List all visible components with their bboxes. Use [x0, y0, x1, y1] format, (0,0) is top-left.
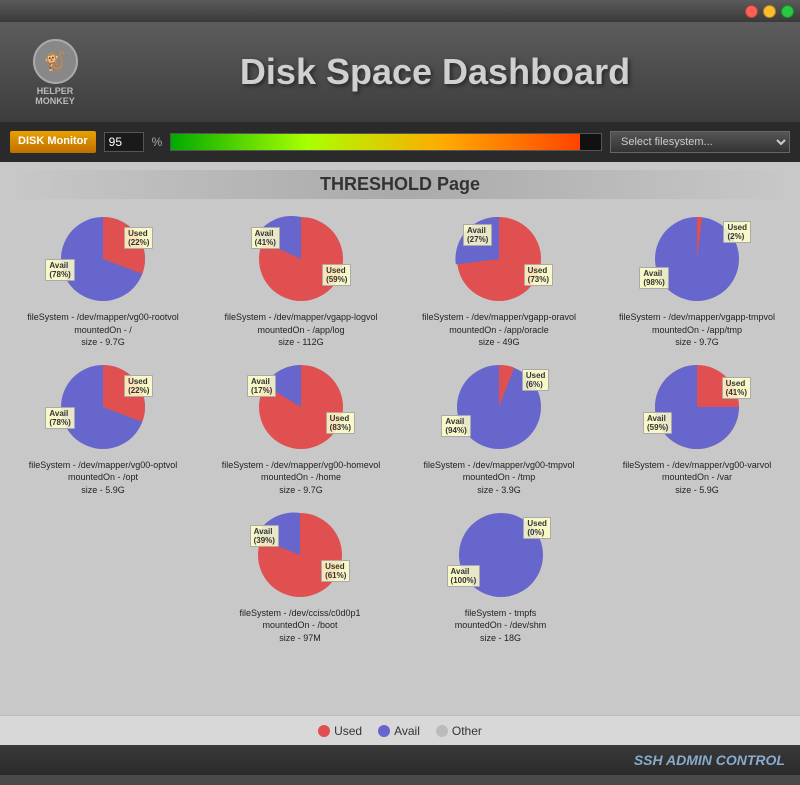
other-label: Other [452, 724, 482, 738]
toolbar: DISK Monitor % Select filesystem... /dev… [0, 122, 800, 162]
close-button[interactable] [745, 5, 758, 18]
used-label: Used(73%) [524, 264, 553, 286]
logo-icon: 🐒 [33, 39, 78, 84]
used-label: Used(83%) [326, 412, 355, 434]
used-label: Used(6%) [522, 369, 550, 391]
charts-row-2: Used(22%) Avail(78%) fileSystem - /dev/m… [8, 357, 792, 497]
avail-label: Avail(27%) [463, 224, 492, 246]
progress-bar-fill [171, 134, 579, 150]
pie-chart-6: Used(83%) Avail(17%) [241, 357, 361, 457]
footer-text: SSH ADMIN CONTROL [634, 752, 785, 768]
chart-label: fileSystem - /dev/mapper/vg00-optvolmoun… [29, 459, 178, 497]
minimize-button[interactable] [763, 5, 776, 18]
chart-item: Used(83%) Avail(17%) fileSystem - /dev/m… [206, 357, 396, 497]
chart-item: Used(6%) Avail(94%) fileSystem - /dev/ma… [404, 357, 594, 497]
chart-item: Used(2%) Avail(98%) fileSystem - /dev/ma… [602, 209, 792, 349]
chart-label: fileSystem - /dev/mapper/vgapp-tmpvolmou… [619, 311, 775, 349]
avail-label: Avail(94%) [441, 415, 470, 437]
main-content: THRESHOLD Page Used(22%) Avail(78%) file… [0, 162, 800, 715]
chart-item: Used(22%) Avail(78%) fileSystem - /dev/m… [8, 209, 198, 349]
pie-chart-5: Used(22%) Avail(78%) [43, 357, 163, 457]
used-label: Used(22%) [124, 375, 153, 397]
chart-item: Used(0%) Avail(100%) fileSystem - tmpfsm… [441, 505, 561, 645]
chart-label: fileSystem - tmpfsmountedOn - /dev/shmsi… [455, 607, 547, 645]
other-dot [436, 725, 448, 737]
progress-bar [170, 133, 602, 151]
header: 🐒 HELPER MONKEY Disk Space Dashboard [0, 22, 800, 122]
avail-label: Avail(17%) [247, 375, 276, 397]
disk-monitor-button[interactable]: DISK Monitor [10, 131, 96, 152]
pie-chart-3: Used(73%) Avail(27%) [439, 209, 559, 309]
charts-row-1: Used(22%) Avail(78%) fileSystem - /dev/m… [8, 209, 792, 349]
app-title: Disk Space Dashboard [90, 51, 780, 93]
section-title: THRESHOLD Page [8, 170, 792, 199]
avail-label: Avail(41%) [251, 227, 280, 249]
chart-label: fileSystem - /dev/mapper/vgapp-logvolmou… [224, 311, 377, 349]
used-dot [318, 725, 330, 737]
chart-label: fileSystem - /dev/mapper/vgapp-oravolmou… [422, 311, 576, 349]
avail-label: Avail(100%) [447, 565, 481, 587]
chart-label: fileSystem - /dev/mapper/vg00-homevolmou… [222, 459, 381, 497]
chart-label: fileSystem - /dev/cciss/c0d0p1mountedOn … [239, 607, 360, 645]
avail-label: Avail(78%) [45, 259, 74, 281]
avail-label: Avail(39%) [250, 525, 279, 547]
used-label: Used(0%) [523, 517, 551, 539]
chart-label: fileSystem - /dev/mapper/vg00-rootvolmou… [27, 311, 179, 349]
threshold-input[interactable] [104, 132, 144, 152]
used-label: Used(59%) [322, 264, 351, 286]
chart-label: fileSystem - /dev/mapper/vg00-tmpvolmoun… [423, 459, 574, 497]
legend-other: Other [436, 724, 482, 738]
chart-item: Used(73%) Avail(27%) fileSystem - /dev/m… [404, 209, 594, 349]
avail-label: Avail [394, 724, 420, 738]
legend-avail: Avail [378, 724, 420, 738]
avail-label: Avail(78%) [45, 407, 74, 429]
avail-label: Avail(59%) [643, 412, 672, 434]
used-label: Used [334, 724, 362, 738]
charts-row-3: Used(61%) Avail(39%) fileSystem - /dev/c… [8, 505, 792, 645]
chart-item: Used(61%) Avail(39%) fileSystem - /dev/c… [239, 505, 360, 645]
footer: SSH ADMIN CONTROL [0, 745, 800, 775]
avail-label: Avail(98%) [639, 267, 668, 289]
avail-dot [378, 725, 390, 737]
pie-chart-8: Used(41%) Avail(59%) [637, 357, 757, 457]
logo-text: HELPER MONKEY [20, 86, 90, 106]
legend-used: Used [318, 724, 362, 738]
threshold-unit: % [152, 135, 163, 149]
used-label: Used(2%) [723, 221, 751, 243]
maximize-button[interactable] [781, 5, 794, 18]
chart-item: Used(22%) Avail(78%) fileSystem - /dev/m… [8, 357, 198, 497]
used-label: Used(41%) [722, 377, 751, 399]
pie-chart-7: Used(6%) Avail(94%) [439, 357, 559, 457]
used-label: Used(22%) [124, 227, 153, 249]
filesystem-dropdown[interactable]: Select filesystem... /dev/mapper/vg00-ro… [610, 131, 790, 153]
pie-chart-4: Used(2%) Avail(98%) [637, 209, 757, 309]
pie-chart-2: Used(59%) Avail(41%) [241, 209, 361, 309]
pie-chart-1: Used(22%) Avail(78%) [43, 209, 163, 309]
title-bar [0, 0, 800, 22]
chart-label: fileSystem - /dev/mapper/vg00-varvolmoun… [623, 459, 772, 497]
chart-item: Used(41%) Avail(59%) fileSystem - /dev/m… [602, 357, 792, 497]
pie-chart-9: Used(61%) Avail(39%) [240, 505, 360, 605]
used-label: Used(61%) [321, 560, 350, 582]
legend: Used Avail Other [0, 715, 800, 745]
pie-chart-10: Used(0%) Avail(100%) [441, 505, 561, 605]
logo-area: 🐒 HELPER MONKEY [20, 39, 90, 106]
chart-item: Used(59%) Avail(41%) fileSystem - /dev/m… [206, 209, 396, 349]
